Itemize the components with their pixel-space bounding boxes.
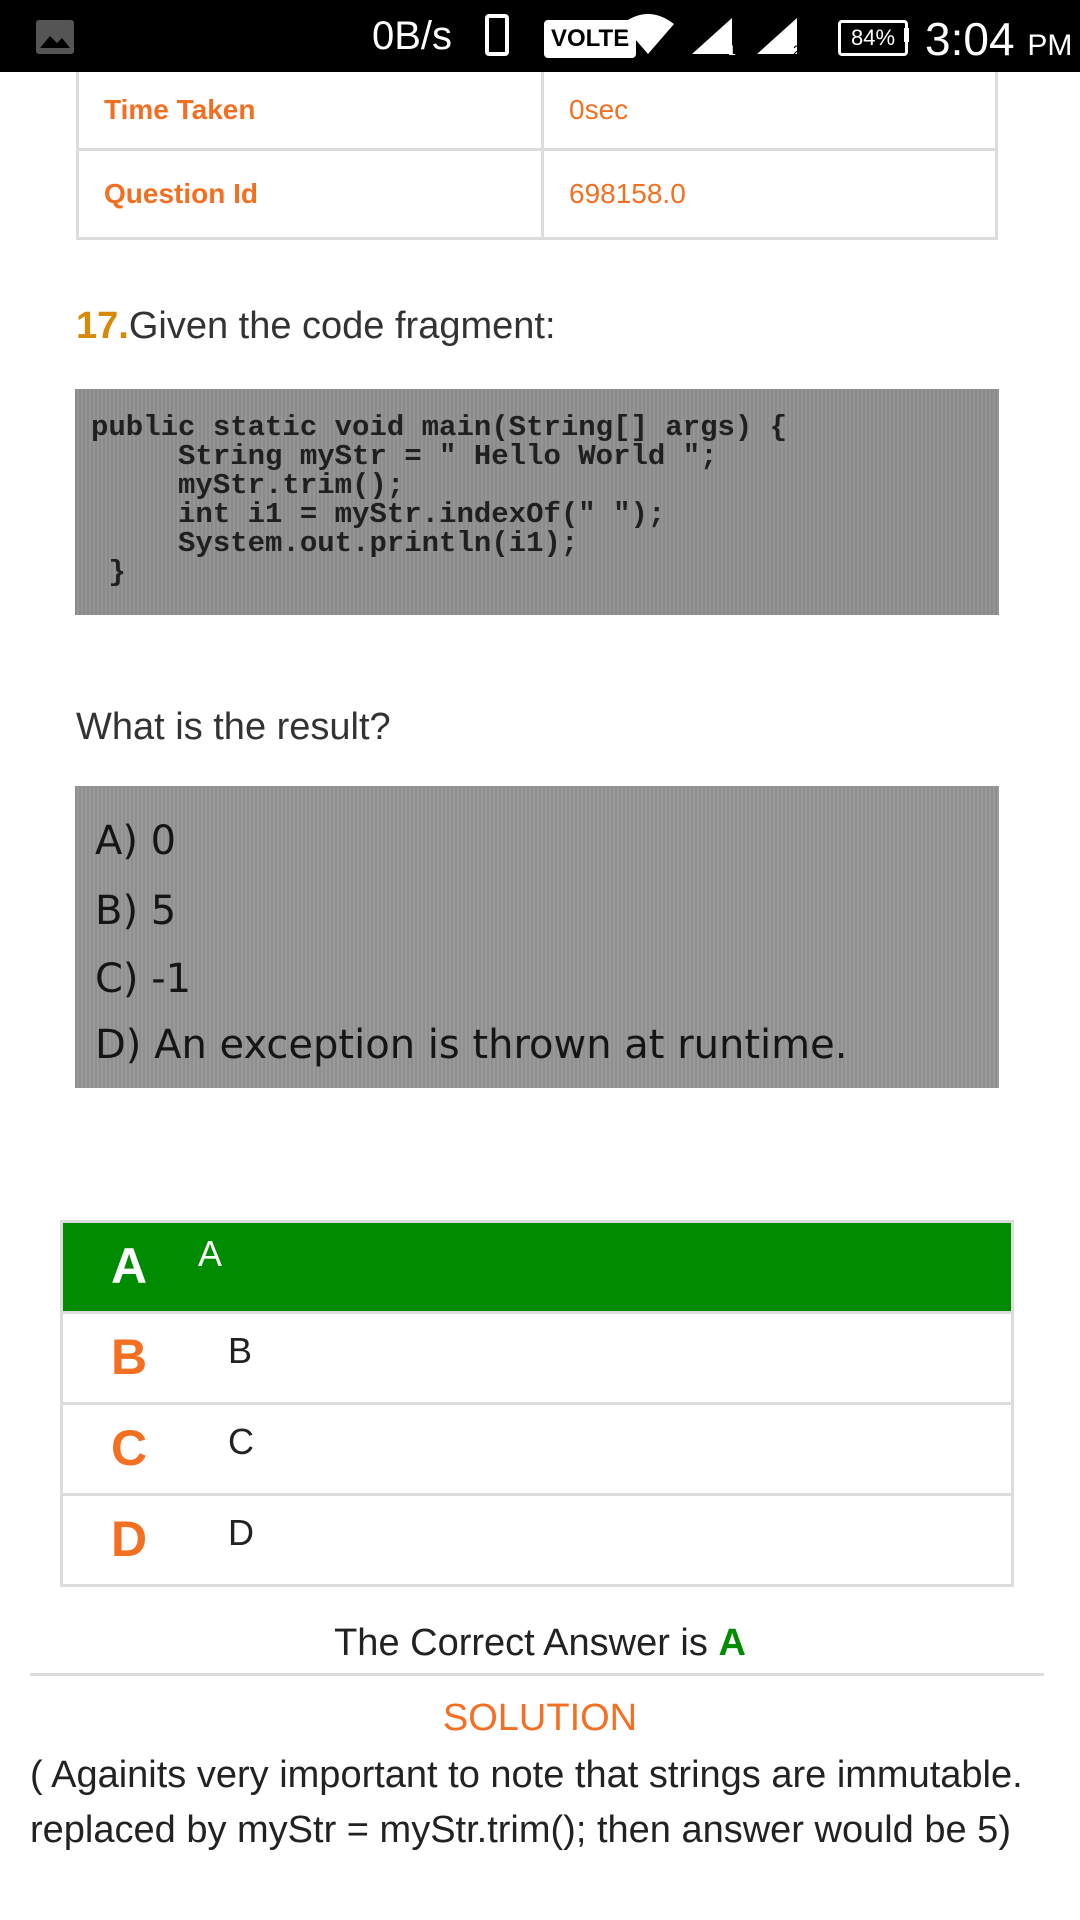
status-bar: 0B/s VOLTE 1 2 84% 3:04 PM: [0, 0, 1080, 72]
choice-text: B: [228, 1330, 253, 1371]
option-b-text: B) 5: [95, 888, 177, 934]
info-label: Time Taken: [76, 72, 544, 151]
question-title: 17.Given the code fragment:: [76, 305, 556, 348]
network-speed: 0B/s: [372, 14, 453, 58]
choice-text: D: [228, 1512, 254, 1553]
clock: 3:04 PM: [925, 13, 1073, 65]
choice-a[interactable]: A A: [63, 1223, 1011, 1314]
signal-icon: 1: [690, 16, 740, 61]
solution-text: ( Againits very important to note that s…: [30, 1748, 1080, 1858]
correct-answer-value: A: [718, 1622, 746, 1664]
code-fragment: public static void main(String[] args) {…: [91, 411, 788, 589]
solution-heading: SOLUTION: [442, 1697, 638, 1739]
answer-choices: A A B B C C D D: [60, 1220, 1014, 1587]
choice-letter: D: [111, 1511, 148, 1567]
table-row: Time Taken 0sec: [76, 72, 998, 151]
svg-text:1: 1: [728, 42, 736, 56]
phone-icon: [485, 14, 509, 56]
solution-line: ( Againits very important to note that s…: [30, 1754, 1023, 1796]
info-label: Question Id: [76, 148, 544, 240]
signal-icon-2: 2: [755, 16, 805, 61]
choice-c[interactable]: C C: [63, 1405, 1011, 1496]
table-row: Question Id 698158.0: [76, 148, 998, 240]
question-prompt: What is the result?: [76, 706, 391, 748]
correct-answer: The Correct Answer is A: [0, 1622, 1080, 1665]
option-c-text: C) -1: [95, 956, 192, 1002]
choice-text: C: [228, 1421, 254, 1462]
choice-d[interactable]: D D: [63, 1496, 1011, 1584]
choice-letter: A: [111, 1238, 148, 1294]
question-text: Given the code fragment:: [128, 305, 556, 347]
wifi-icon: [620, 14, 676, 59]
option-a-text: A) 0: [95, 818, 177, 864]
battery-tip: [904, 28, 909, 42]
choice-b[interactable]: B B: [63, 1314, 1011, 1405]
divider: [30, 1673, 1044, 1676]
question-number: 17.: [76, 305, 129, 347]
info-table: Time Taken 0sec Question Id 698158.0: [76, 72, 998, 240]
solution-line: replaced by myStr = myStr.trim(); then a…: [30, 1809, 1011, 1851]
choice-letter: C: [111, 1420, 148, 1476]
code-image: public static void main(String[] args) {…: [75, 389, 999, 615]
correct-answer-label: The Correct Answer is: [334, 1622, 719, 1664]
battery-icon: 84%: [838, 20, 908, 56]
svg-text:2: 2: [793, 42, 801, 56]
option-d-text: D) An exception is thrown at runtime.: [95, 1022, 848, 1068]
options-image: A) 0 B) 5 C) -1 D) An exception is throw…: [75, 786, 999, 1088]
choice-letter: B: [111, 1329, 148, 1385]
gallery-icon: [36, 20, 74, 54]
info-value: 0sec: [541, 72, 998, 151]
choice-text: A: [198, 1233, 223, 1274]
info-value: 698158.0: [541, 148, 998, 240]
